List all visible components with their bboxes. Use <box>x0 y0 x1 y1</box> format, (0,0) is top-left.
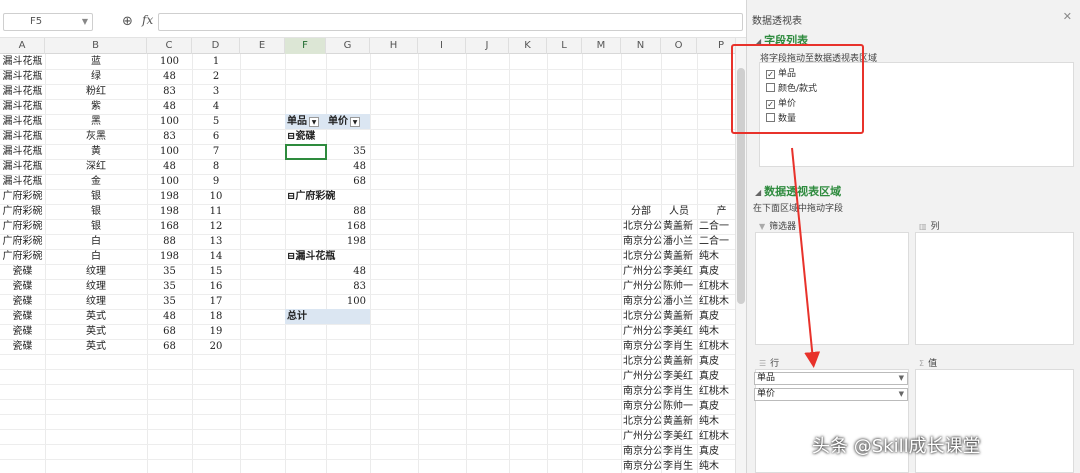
watermark-text: 头条 @Skill成长课堂 <box>812 436 981 457</box>
drag-arrow-icon <box>791 147 821 368</box>
spreadsheet-app: F5 ▼ ⊕ fx ABCDEFGHIJKLMNOP 漏斗花瓶蓝 100 1 漏斗花瓶… <box>0 0 1080 473</box>
